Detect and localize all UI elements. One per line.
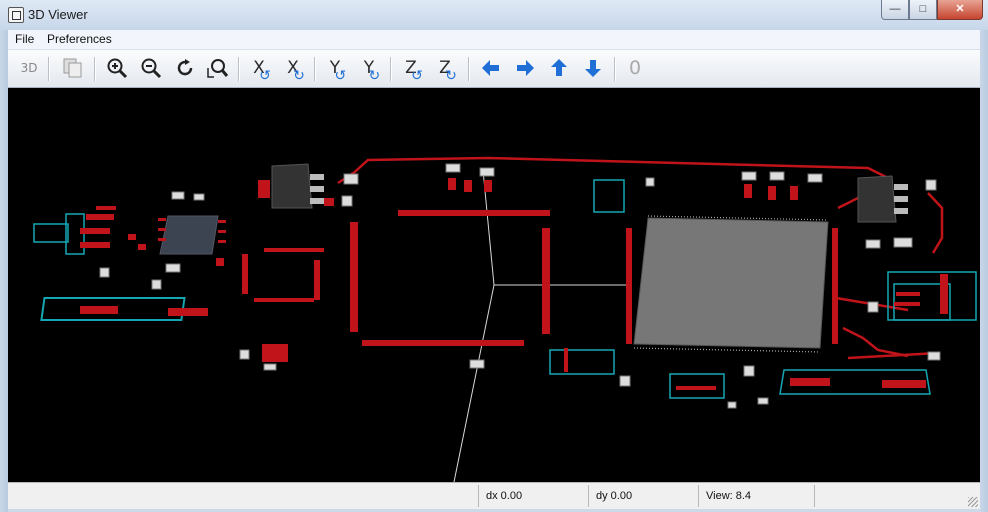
3d-viewport[interactable] [8,88,980,482]
toolbar: 3D X ↺ X ↻ Y ↺ Y ↻ Z ↺ Z ↻ 0 [8,50,980,88]
window-title: 3D Viewer [28,7,88,22]
title-bar: 3D Viewer — □ ✕ [0,0,988,30]
qfp-footprint-center [350,210,550,346]
move-down-button[interactable] [580,56,606,80]
rotate-z-cw-button[interactable]: Z ↻ [432,56,458,84]
copy-icon [63,58,82,78]
zoom-out-icon [141,58,162,79]
toolbar-separator [614,57,616,81]
arrow-right-icon [517,60,534,76]
toolbar-separator [94,57,96,81]
qfp-footprint-left [242,248,324,302]
left-connector [33,206,116,255]
menu-file[interactable]: File [15,32,34,46]
arrow-down-icon [585,60,601,77]
rotate-z-ccw-button[interactable]: Z ↺ [398,56,424,84]
origin-axes [453,169,628,482]
toolbar-separator [468,57,470,81]
status-view-zoom: View: 8.4 [706,490,752,502]
window-controls: — □ ✕ [881,0,983,20]
rotate-x-cw-icon: X ↻ [287,58,305,84]
status-divider [588,485,589,507]
qfn-chip [158,215,226,255]
zoom-in-button[interactable] [104,56,130,80]
rotate-y-ccw-icon: Y ↺ [329,58,347,84]
rotate-x-ccw-icon: X ↺ [253,58,271,84]
rotate-z-cw-icon: Z ↻ [439,58,457,84]
minimize-button[interactable]: — [881,0,909,20]
status-bar: dx 0.00 dy 0.00 View: 8.4 [8,482,980,509]
voltage-regulator-right [857,175,908,223]
status-divider [814,485,815,507]
zoom-fit-icon [207,59,229,78]
app-icon [8,7,24,23]
window-frame-right [980,30,988,512]
zoom-out-button[interactable] [138,56,164,80]
menu-bar: File Preferences [8,30,980,50]
status-divider [698,485,699,507]
ortho-toggle-button[interactable]: 0 [622,56,648,80]
zoom-in-icon [107,58,128,79]
close-button[interactable]: ✕ [937,0,983,20]
move-up-button[interactable] [546,56,572,80]
arrow-left-icon [482,60,499,76]
voltage-regulator-left [271,163,324,209]
toolbar-separator [390,57,392,81]
reload-3d-label: 3D [20,61,38,75]
rotate-y-cw-button[interactable]: Y ↻ [356,56,382,84]
left-header [40,297,208,321]
reload-3d-button[interactable]: 3D [16,56,42,80]
status-dx: dx 0.00 [486,490,523,502]
resize-grip-icon[interactable] [968,497,978,507]
toolbar-separator [48,57,50,81]
status-divider [478,485,479,507]
maximize-button[interactable]: □ [909,0,937,20]
toolbar-separator [314,57,316,81]
main-mcu [626,215,838,353]
reload-3d-icon: 3D [21,61,38,75]
copy-image-button[interactable] [60,56,86,80]
move-right-button[interactable] [512,56,538,80]
status-dy: dy 0.00 [596,490,633,502]
refresh-icon [177,59,193,76]
window-frame-left [0,30,8,512]
redraw-button[interactable] [172,56,198,80]
rotate-y-ccw-button[interactable]: Y ↺ [322,56,348,84]
zoom-fit-button[interactable] [204,56,230,80]
rotate-z-ccw-icon: Z ↺ [405,58,423,84]
move-left-button[interactable] [478,56,504,80]
rotate-x-cw-button[interactable]: X ↻ [280,56,306,84]
menu-preferences[interactable]: Preferences [47,32,112,46]
arrow-up-icon [551,59,567,76]
rotate-x-ccw-button[interactable]: X ↺ [246,56,272,84]
ortho-icon: 0 [628,57,642,79]
pcb-3d-render [33,156,977,482]
toolbar-separator [238,57,240,81]
rotate-y-cw-icon: Y ↻ [363,58,381,84]
